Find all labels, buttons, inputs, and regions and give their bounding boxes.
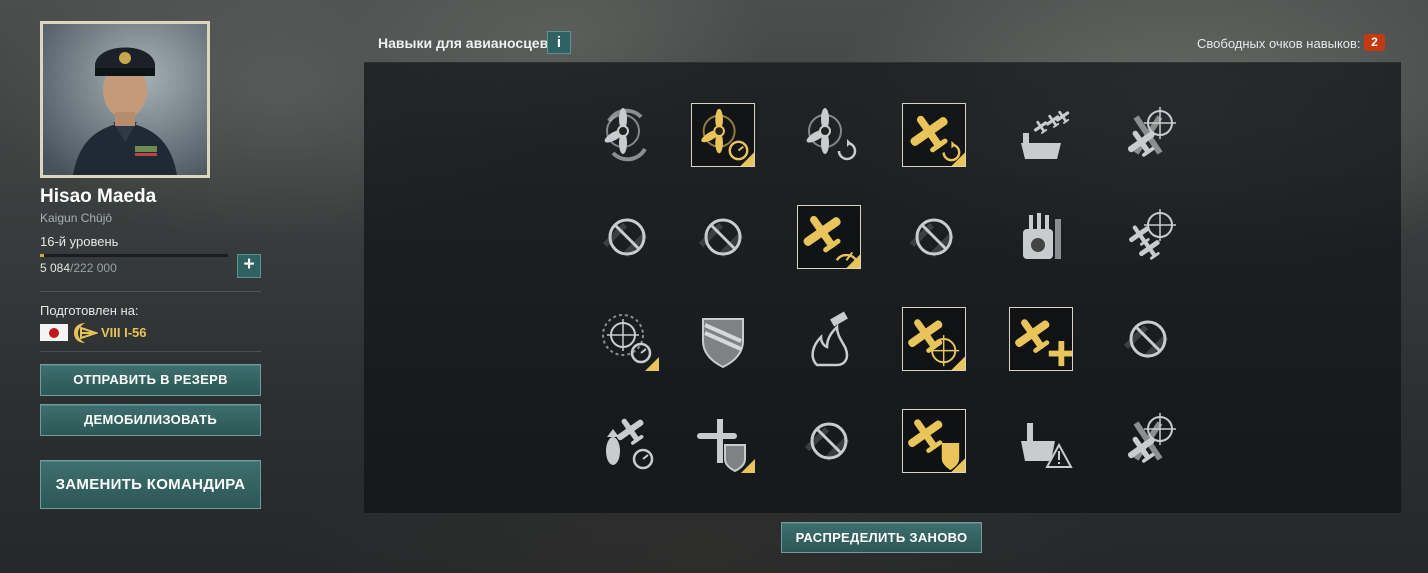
free-points-badge: 2 [1364,34,1385,51]
skill-plane-reload-icon[interactable] [902,103,966,167]
skill-blocked-icon[interactable] [797,409,861,473]
skill-blocked-icon[interactable] [595,205,659,269]
skill-plane-target-icon[interactable] [902,307,966,371]
xp-progress-fill [40,254,45,257]
skill-propeller-reload-icon[interactable] [797,103,861,167]
divider [40,351,261,352]
demobilize-button[interactable]: ДЕМОБИЛИЗОВАТЬ [40,404,261,436]
skill-plane-armor-icon[interactable] [902,409,966,473]
aa-turret-icon [1023,213,1061,259]
plane-crosshair-icon [1127,107,1176,157]
fire-extinguisher-icon [811,311,849,367]
crosshair-timer-icon [602,314,659,371]
plane-squadron-crosshair-icon [1129,209,1176,260]
blocked-icon [909,218,955,258]
propeller-timer-icon [701,108,754,166]
torpedo-armor-icon [697,419,755,473]
commander-rank: Kaigun Chūjō [40,211,113,225]
plane-crosshair-icon [1127,413,1176,463]
skill-carrier-warning-icon[interactable] [1009,409,1073,473]
redistribute-button[interactable]: РАСПРЕДЕЛИТЬ ЗАНОВО [781,522,982,553]
skill-fire-extinguisher-icon[interactable] [797,307,861,371]
plane-reload-icon [910,115,965,166]
skill-torpedo-armor-icon[interactable] [691,409,755,473]
commander-level: 16-й уровень [40,234,119,249]
trained-ship-name[interactable]: VIII I-56 [101,325,147,340]
blocked-icon [804,422,850,462]
skill-plane-speedometer-icon[interactable] [797,205,861,269]
bomb-plane-timer-icon [606,418,654,470]
plane-target-icon [908,319,965,370]
japan-flag-icon [40,324,68,341]
blocked-icon [1123,320,1169,360]
xp-current: 5 084 [40,261,71,275]
skill-blocked-icon[interactable] [1116,307,1180,371]
add-xp-button[interactable]: + [237,254,261,278]
skills-grid [364,62,1401,514]
skill-carrier-planes-icon[interactable] [1009,103,1073,167]
blocked-icon [602,218,648,258]
commander-portrait [40,21,210,178]
plane-speedometer-icon [803,215,860,268]
skill-blocked-icon[interactable] [902,205,966,269]
xp-readout: 5 084/222 000 [40,261,117,275]
plane-armor-icon [908,419,965,472]
propeller-refresh-icon [604,108,647,162]
skill-aa-turret-icon[interactable] [1009,205,1073,269]
skill-propeller-refresh-icon[interactable] [595,103,659,167]
info-button[interactable]: i [547,31,571,54]
xp-total: /222 000 [70,261,117,275]
trained-for-label: Подготовлен на: [40,303,139,318]
skill-armor-shield-icon[interactable] [691,307,755,371]
blocked-icon [698,218,744,258]
skill-plane-squadron-crosshair-icon[interactable] [1116,205,1180,269]
skill-plane-crosshair-icon[interactable] [1116,409,1180,473]
skill-bomb-plane-timer-icon[interactable] [595,409,659,473]
carrier-planes-icon [1021,110,1070,159]
armor-shield-icon [702,318,744,369]
free-points-label: Свободных очков навыков: [1197,36,1361,51]
divider [40,291,261,292]
commander-name: Hisao Maeda [40,186,157,207]
send-to-reserve-button[interactable]: ОТПРАВИТЬ В РЕЗЕРВ [40,364,261,396]
commander-avatar [43,24,207,175]
skill-plane-crosshair-icon[interactable] [1116,103,1180,167]
skill-plane-repair-icon[interactable] [1009,307,1073,371]
replace-commander-button[interactable]: ЗАМЕНИТЬ КОМАНДИРА [40,460,261,509]
plane-repair-icon [1015,319,1072,367]
skill-crosshair-timer-icon[interactable] [595,307,659,371]
skill-propeller-timer-icon[interactable] [691,103,755,167]
propeller-reload-icon [806,108,857,161]
carrier-warning-icon [1021,423,1073,468]
carrier-class-icon [74,323,98,343]
skills-title: Навыки для авианосцев [378,35,549,51]
skill-blocked-icon[interactable] [691,205,755,269]
xp-progress-bar [40,254,228,257]
